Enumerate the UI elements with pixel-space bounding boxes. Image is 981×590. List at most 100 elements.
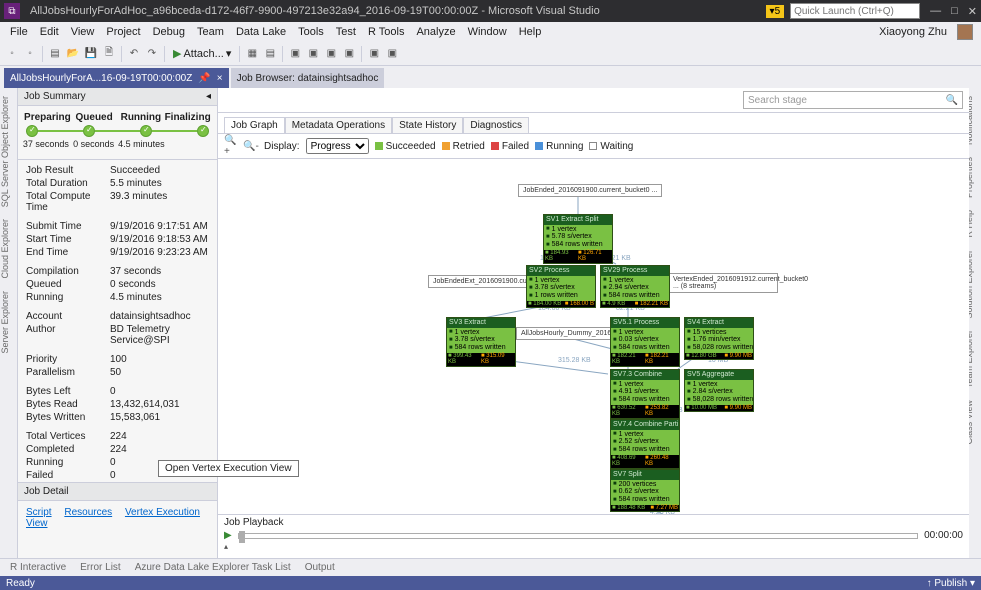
menu-edit[interactable]: Edit — [34, 24, 65, 40]
bottomtab-adltasks[interactable]: Azure Data Lake Explorer Task List — [129, 560, 297, 575]
playback-slider[interactable] — [238, 533, 918, 539]
job-graph-canvas[interactable]: JobEnded_2016091900.current_bucket0 ... … — [218, 159, 969, 514]
redo-icon[interactable]: ↷ — [144, 46, 160, 62]
menu-project[interactable]: Project — [100, 24, 146, 40]
user-name[interactable]: Xiaoyong Zhu — [873, 24, 953, 40]
display-select[interactable]: Progress — [306, 138, 369, 154]
kv-key: Queued — [26, 279, 110, 290]
notification-flag-icon[interactable]: ▾5 — [766, 5, 785, 18]
graph-node-sv2[interactable]: SV2 Process1 vertex3.78 s/vertex1 rows w… — [526, 265, 596, 308]
menu-debug[interactable]: Debug — [147, 24, 191, 40]
graph-node-sv29[interactable]: SV29 Process1 vertex2.94 s/vertex584 row… — [600, 265, 670, 308]
stage-dot-icon — [140, 125, 152, 137]
tab-metadata[interactable]: Metadata Operations — [285, 117, 392, 133]
menu-view[interactable]: View — [65, 24, 101, 40]
tool-e-icon[interactable]: ▣ — [323, 46, 339, 62]
kv-key: Author — [26, 324, 110, 346]
undo-icon[interactable]: ↶ — [126, 46, 142, 62]
kv-key: Total Duration — [26, 178, 110, 189]
maximize-icon[interactable]: □ — [951, 5, 958, 17]
zoom-out-icon[interactable]: 🔍- — [244, 139, 258, 153]
stage-preparing: Preparing — [24, 112, 71, 123]
menu-tools[interactable]: Tools — [292, 24, 330, 40]
minimize-icon[interactable]: — — [930, 5, 941, 17]
attach-button[interactable]: ▶Attach...▾ — [169, 47, 235, 60]
avatar-icon[interactable] — [957, 24, 973, 40]
kv-value: 100 — [110, 354, 209, 365]
quick-launch-input[interactable] — [790, 3, 920, 19]
kv-value: 224 — [110, 444, 209, 455]
job-playback: Job Playback ▶ 00:00:00 ▴ — [218, 514, 969, 558]
left-tool-strip: SQL Server Object Explorer Cloud Explore… — [0, 88, 18, 568]
close-icon[interactable]: ✕ — [968, 5, 977, 18]
legend-succeeded: Succeeded — [375, 141, 436, 152]
zoom-in-icon[interactable]: 🔍+ — [224, 139, 238, 153]
menu-team[interactable]: Team — [191, 24, 230, 40]
graph-node-sv7[interactable]: SV7 Split200 vertices0.62 s/vertex584 ro… — [610, 469, 680, 512]
strip-server-explorer[interactable]: Server Explorer — [0, 287, 10, 358]
kv-value: datainsightsadhoc — [110, 311, 209, 322]
playback-play-icon[interactable]: ▶ — [224, 530, 232, 541]
tab-state-history[interactable]: State History — [392, 117, 463, 133]
menu-analyze[interactable]: Analyze — [410, 24, 461, 40]
graph-node-sv74[interactable]: SV7.4 Combine Parti...1 vertex2.52 s/ver… — [610, 419, 680, 469]
menu-window[interactable]: Window — [462, 24, 513, 40]
doctab-job[interactable]: AllJobsHourlyForA...16-09-19T00:00:00Z📌× — [4, 68, 229, 88]
search-stage-input[interactable]: Search stage🔍 — [743, 91, 963, 109]
info-jobended[interactable]: JobEnded_2016091900.current_bucket0 ... — [518, 184, 662, 197]
playback-collapse-icon[interactable]: ▴ — [224, 542, 228, 551]
graph-node-sv3[interactable]: SV3 Extract1 vertex3.78 s/vertex584 rows… — [446, 317, 516, 367]
nav-back-icon[interactable]: ◦ — [4, 46, 20, 62]
stage-dot-icon — [26, 125, 38, 137]
status-text: Ready — [6, 578, 35, 589]
tab-diagnostics[interactable]: Diagnostics — [463, 117, 529, 133]
info-vertexended[interactable]: VertexEnded_2016091912.current_bucket0 .… — [668, 273, 778, 293]
nav-fwd-icon[interactable]: ◦ — [22, 46, 38, 62]
bottomtab-output[interactable]: Output — [299, 560, 341, 575]
tool-f-icon[interactable]: ▣ — [341, 46, 357, 62]
graph-node-sv1[interactable]: SV1 Extract Split1 vertex5.78 s/vertex58… — [543, 214, 613, 264]
kv-key: Completed — [26, 444, 110, 455]
strip-sql-explorer[interactable]: SQL Server Object Explorer — [0, 92, 10, 211]
menu-datalake[interactable]: Data Lake — [230, 24, 292, 40]
graph-node-sv51[interactable]: SV5.1 Process1 vertex0.03 s/vertex584 ro… — [610, 317, 680, 367]
graph-node-sv73[interactable]: SV7.3 Combine1 vertex4.91 s/vertex584 ro… — [610, 369, 680, 419]
kv-value: Succeeded — [110, 165, 209, 176]
tool-c-icon[interactable]: ▣ — [287, 46, 303, 62]
link-script[interactable]: Script — [26, 507, 52, 518]
stage-progress — [18, 125, 217, 137]
menu-rtools[interactable]: R Tools — [362, 24, 410, 40]
link-resources[interactable]: Resources — [64, 507, 112, 518]
open-icon[interactable]: 📂 — [65, 46, 81, 62]
link-vertex-view[interactable]: Vertex Execution View — [26, 507, 200, 529]
search-icon[interactable]: 🔍 — [946, 95, 958, 106]
graph-node-sv5[interactable]: SV5 Aggregate1 vertex2.84 s/vertex58,028… — [684, 369, 754, 412]
doctab-browser[interactable]: Job Browser: datainsightsadhoc — [231, 68, 385, 88]
tab-job-graph[interactable]: Job Graph — [224, 117, 285, 133]
kv-key: Job Result — [26, 165, 110, 176]
kv-key: Total Compute Time — [26, 191, 110, 213]
new-icon[interactable]: ▤ — [47, 46, 63, 62]
main-toolbar: ◦ ◦ ▤ 📂 💾 🗎 ↶ ↷ ▶Attach...▾ ▦ ▤ ▣ ▣ ▣ ▣ … — [0, 42, 981, 66]
tool-d-icon[interactable]: ▣ — [305, 46, 321, 62]
stage-dot-icon — [197, 125, 209, 137]
tab-close-icon[interactable]: × — [217, 73, 223, 84]
saveall-icon[interactable]: 🗎 — [101, 46, 117, 62]
bottomtab-errorlist[interactable]: Error List — [74, 560, 127, 575]
kv-value: 0 seconds — [110, 279, 209, 290]
collapse-icon[interactable]: ◂ — [206, 91, 211, 102]
menu-test[interactable]: Test — [330, 24, 362, 40]
tool-h-icon[interactable]: ▣ — [384, 46, 400, 62]
publish-button[interactable]: ↑ Publish ▾ — [927, 578, 975, 589]
tab-pin-icon[interactable]: 📌 — [198, 73, 210, 84]
bottomtab-rinteractive[interactable]: R Interactive — [4, 560, 72, 575]
menu-file[interactable]: File — [4, 24, 34, 40]
save-icon[interactable]: 💾 — [83, 46, 99, 62]
job-summary-panel: Job Summary◂ Preparing Queued Running Fi… — [18, 88, 218, 558]
tool-g-icon[interactable]: ▣ — [366, 46, 382, 62]
tool-a-icon[interactable]: ▦ — [244, 46, 260, 62]
tool-b-icon[interactable]: ▤ — [262, 46, 278, 62]
menu-help[interactable]: Help — [513, 24, 548, 40]
graph-node-sv4[interactable]: SV4 Extract15 vertices1.76 min/vertex58,… — [684, 317, 754, 360]
strip-cloud-explorer[interactable]: Cloud Explorer — [0, 215, 10, 283]
